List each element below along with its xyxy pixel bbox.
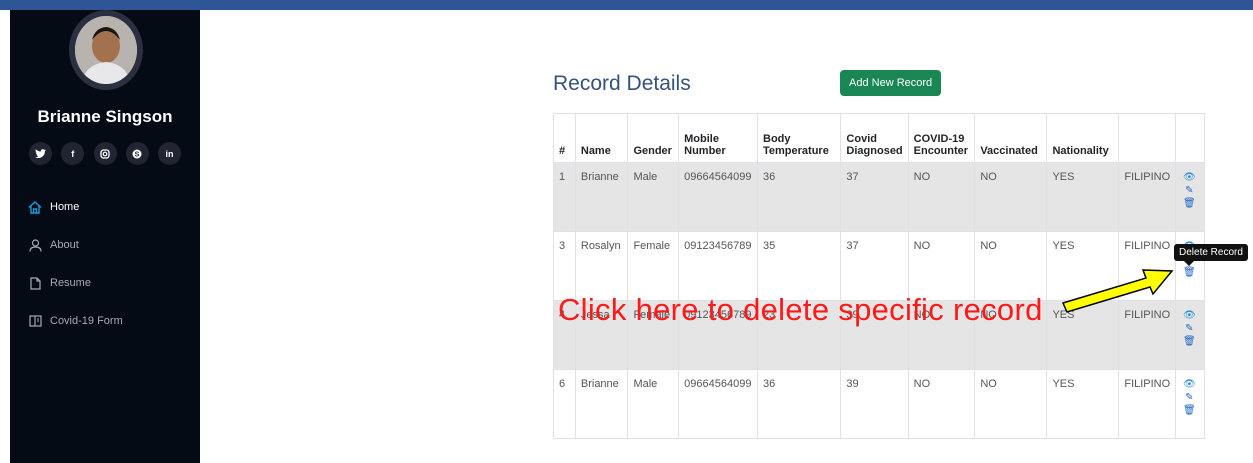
skype-icon[interactable]: S (125, 142, 149, 165)
sidebar-item-label: Covid-19 Form (50, 315, 123, 327)
table-row: 6 Brianne Male 09664564099 36 39 NO NO Y… (553, 369, 1205, 439)
sidebar-item-home[interactable]: Home (10, 188, 200, 226)
cell-covid-diagnosed: 39 (840, 369, 909, 439)
cell-vaccinated: NO (974, 369, 1048, 439)
row-actions: 👁 ✎ 🗑 (1175, 369, 1205, 439)
edit-icon[interactable]: ✎ (1185, 322, 1193, 335)
cell-gender: Male (627, 162, 680, 232)
row-actions: 👁 ✎ 🗑 (1175, 231, 1205, 301)
delete-record-tooltip: Delete Record (1174, 244, 1248, 266)
profile-name: Brianne Singson (37, 107, 173, 126)
column-header: Mobile Number (678, 113, 758, 163)
column-header (1118, 113, 1177, 163)
cell-body-temp: 36 (756, 369, 842, 439)
delete-icon[interactable]: 🗑 (1183, 335, 1196, 348)
cell-covid-encounter: NO (907, 231, 976, 301)
sidebar-item-label: About (50, 239, 79, 251)
cell-gender: Male (627, 369, 680, 439)
row-actions: 👁 ✎ 🗑 (1175, 162, 1205, 232)
cell-id: 1 (553, 162, 576, 232)
view-icon[interactable]: 👁 (1183, 378, 1196, 391)
cell-covid-diagnosed: 37 (840, 162, 909, 232)
cell-covid-encounter: NO (907, 369, 976, 439)
sidebar: Brianne Singson f S in Home About Resume… (10, 10, 200, 463)
cell-extra: FILIPINO (1118, 162, 1177, 232)
cell-id: 6 (553, 369, 576, 439)
avatar (69, 10, 143, 90)
column-header: Name (574, 113, 629, 163)
cell-name: Brianne (574, 162, 629, 232)
sidebar-nav: Home About Resume Covid-19 Form (10, 188, 200, 340)
cell-covid-diagnosed: 37 (840, 231, 909, 301)
instagram-icon[interactable] (93, 142, 117, 165)
column-header: Vaccinated (974, 113, 1048, 163)
form-icon (28, 314, 42, 328)
file-icon (28, 276, 42, 290)
actions-header (1175, 113, 1205, 163)
cell-covid-encounter: NO (907, 162, 976, 232)
linkedin-icon[interactable]: in (158, 142, 181, 165)
sidebar-item-covid-form[interactable]: Covid-19 Form (10, 302, 200, 340)
column-header: Gender (627, 113, 680, 163)
cell-name: Rosalyn (574, 231, 629, 301)
cell-vaccinated: NO (974, 231, 1048, 301)
sidebar-item-label: Home (50, 201, 80, 213)
cell-name: Brianne (574, 369, 629, 439)
cell-nationality: YES (1046, 162, 1120, 232)
delete-icon[interactable]: 🗑 (1183, 197, 1196, 210)
view-icon[interactable]: 👁 (1183, 171, 1196, 184)
column-header: Covid Diagnosed (840, 113, 909, 163)
sidebar-item-resume[interactable]: Resume (10, 264, 200, 302)
home-icon (28, 200, 42, 214)
cell-body-temp: 35 (756, 231, 842, 301)
cell-nationality: YES (1046, 369, 1120, 439)
sidebar-item-label: Resume (50, 277, 91, 289)
sidebar-item-about[interactable]: About (10, 226, 200, 264)
delete-icon[interactable]: 🗑 (1183, 266, 1196, 279)
cell-vaccinated: NO (974, 162, 1048, 232)
row-actions: 👁 ✎ 🗑 (1175, 300, 1205, 370)
column-header: # (553, 113, 576, 163)
view-icon[interactable]: 👁 (1183, 309, 1196, 322)
column-header: Nationality (1046, 113, 1120, 163)
table-header-row: # Name Gender Mobile Number Body Tempera… (553, 113, 1205, 163)
cell-mobile: 09664564099 (678, 369, 758, 439)
cell-mobile: 09664564099 (678, 162, 758, 232)
twitter-icon[interactable] (29, 142, 52, 165)
cell-extra: FILIPINO (1118, 369, 1177, 439)
edit-icon[interactable]: ✎ (1185, 391, 1193, 404)
delete-icon[interactable]: 🗑 (1183, 404, 1196, 417)
page-frame: Brianne Singson f S in Home About Resume… (0, 10, 1253, 463)
cell-id: 3 (553, 231, 576, 301)
add-new-record-button[interactable]: Add New Record (840, 70, 942, 96)
table-row: 1 Brianne Male 09664564099 36 37 NO NO Y… (553, 162, 1205, 232)
cell-mobile: 09123456789 (678, 231, 758, 301)
social-links: f S in (29, 142, 181, 165)
column-header: COVID-19 Encounter (907, 113, 976, 163)
column-header: Body Temperature (756, 113, 842, 163)
svg-text:S: S (135, 151, 140, 158)
annotation-arrow (1061, 269, 1174, 313)
user-icon (28, 238, 42, 252)
facebook-icon[interactable]: f (61, 142, 85, 165)
annotation-text: Click here to delete specific record (558, 292, 1043, 327)
cell-body-temp: 36 (756, 162, 842, 232)
cell-gender: Female (627, 231, 680, 301)
page-title: Record Details (553, 72, 691, 95)
edit-icon[interactable]: ✎ (1185, 184, 1193, 197)
